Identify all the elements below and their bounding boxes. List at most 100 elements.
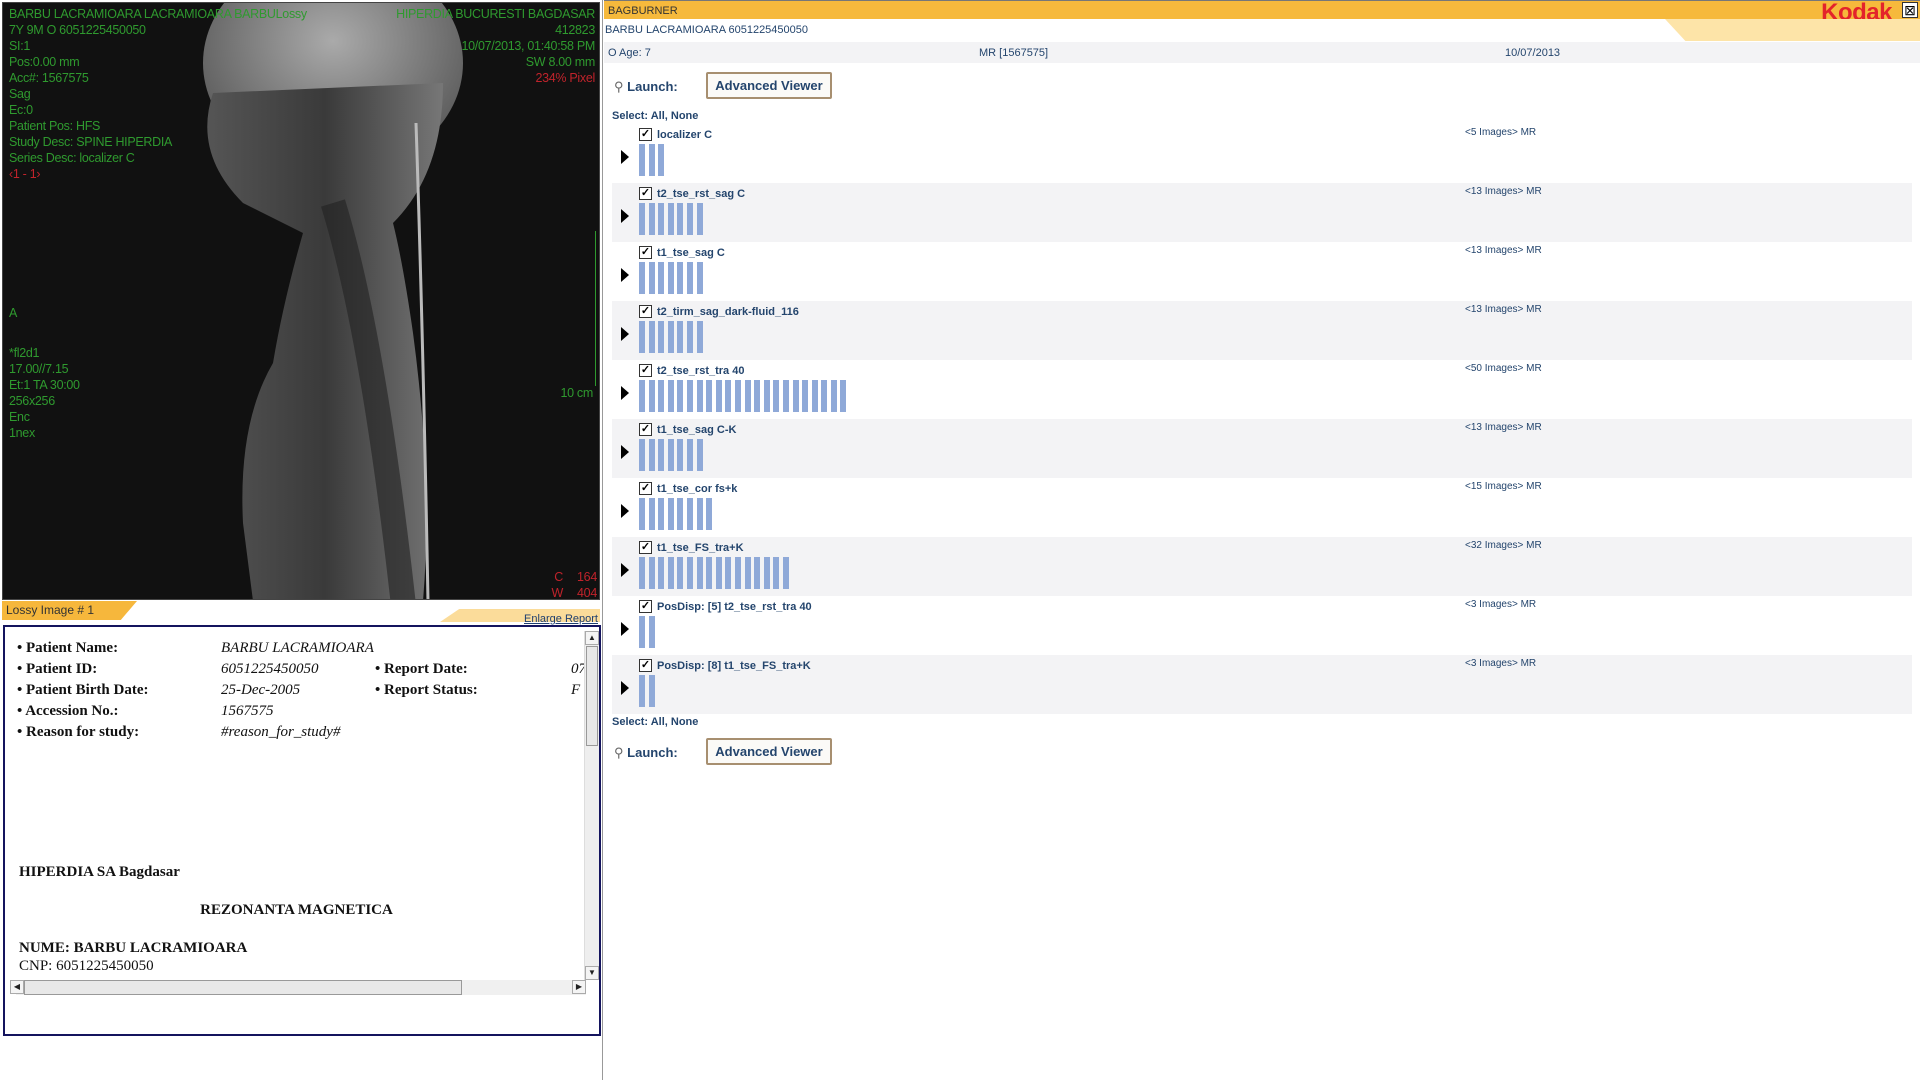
thumbnail-bar[interactable] — [639, 498, 645, 530]
thumbnail-bar[interactable] — [667, 262, 674, 294]
thumbnail-bar[interactable] — [658, 498, 665, 530]
thumbnail-bar[interactable] — [754, 557, 761, 589]
scroll-thumb[interactable] — [24, 980, 462, 995]
thumbnail-bar[interactable] — [782, 557, 789, 589]
thumbnail-bar[interactable] — [696, 557, 703, 589]
thumbnail-bar[interactable] — [696, 498, 703, 530]
thumbnail-bar[interactable] — [648, 675, 655, 707]
thumbnail-bar[interactable] — [667, 321, 674, 353]
thumbnail-bar[interactable] — [811, 380, 818, 412]
thumbnail-bar[interactable] — [639, 675, 645, 707]
series-thumbnails[interactable] — [639, 616, 658, 648]
thumbnail-bar[interactable] — [667, 203, 674, 235]
expand-arrow-icon[interactable] — [621, 563, 629, 577]
expand-arrow-icon[interactable] — [621, 150, 629, 164]
thumbnail-bar[interactable] — [677, 498, 684, 530]
series-name[interactable]: t2_tse_rst_sag C — [657, 188, 745, 200]
thumbnail-bar[interactable] — [639, 557, 645, 589]
thumbnail-bar[interactable] — [840, 380, 847, 412]
thumbnail-bar[interactable] — [677, 262, 684, 294]
thumbnail-bar[interactable] — [648, 439, 655, 471]
thumbnail-bar[interactable] — [648, 262, 655, 294]
scroll-left-button[interactable]: ◀ — [10, 980, 24, 994]
thumbnail-bar[interactable] — [706, 557, 713, 589]
thumbnail-bar[interactable] — [648, 144, 655, 176]
select-all-none[interactable]: Select: All, None — [612, 110, 698, 122]
thumbnail-bar[interactable] — [773, 380, 780, 412]
thumbnail-bar[interactable] — [686, 321, 693, 353]
thumbnail-bar[interactable] — [677, 439, 684, 471]
thumbnail-bar[interactable] — [773, 557, 780, 589]
expand-arrow-icon[interactable] — [621, 327, 629, 341]
thumbnail-bar[interactable] — [792, 380, 799, 412]
thumbnail-bar[interactable] — [763, 557, 770, 589]
thumbnail-bar[interactable] — [821, 380, 828, 412]
thumbnail-bar[interactable] — [667, 380, 674, 412]
thumbnail-bar[interactable] — [734, 380, 741, 412]
expand-arrow-icon[interactable] — [621, 504, 629, 518]
advanced-viewer-button-bottom[interactable]: Advanced Viewer — [706, 738, 832, 765]
thumbnail-bar[interactable] — [648, 557, 655, 589]
series-checkbox[interactable]: ✓ — [639, 482, 652, 495]
series-thumbnails[interactable] — [639, 321, 706, 353]
thumbnail-bar[interactable] — [658, 262, 665, 294]
thumbnail-bar[interactable] — [639, 321, 645, 353]
series-thumbnails[interactable] — [639, 262, 706, 294]
thumbnail-bar[interactable] — [648, 616, 655, 648]
image-navigation[interactable]: ‹1 - 1› — [9, 166, 307, 182]
thumbnail-bar[interactable] — [696, 262, 703, 294]
thumbnail-bar[interactable] — [648, 321, 655, 353]
series-name[interactable]: t1_tse_cor fs+k — [657, 483, 737, 495]
thumbnail-bar[interactable] — [686, 498, 693, 530]
series-thumbnails[interactable] — [639, 203, 706, 235]
enlarge-report-link[interactable]: Enlarge Report — [524, 613, 598, 625]
series-checkbox[interactable]: ✓ — [639, 423, 652, 436]
series-thumbnails[interactable] — [639, 557, 793, 589]
scroll-up-button[interactable]: ▲ — [585, 631, 599, 645]
thumbnail-bar[interactable] — [648, 203, 655, 235]
series-thumbnails[interactable] — [639, 144, 668, 176]
select-all-none-bottom[interactable]: Select: All, None — [612, 716, 698, 728]
series-name[interactable]: localizer C — [657, 129, 712, 141]
series-thumbnails[interactable] — [639, 675, 658, 707]
series-name[interactable]: PosDisp: [8] t1_tse_FS_tra+K — [657, 660, 811, 672]
thumbnail-bar[interactable] — [639, 203, 645, 235]
series-name[interactable]: t1_tse_FS_tra+K — [657, 542, 744, 554]
scroll-thumb[interactable] — [586, 646, 598, 746]
series-thumbnails[interactable] — [639, 498, 716, 530]
thumbnail-bar[interactable] — [648, 498, 655, 530]
vertical-scrollbar[interactable]: ▲ ▼ — [584, 631, 599, 980]
thumbnail-bar[interactable] — [686, 262, 693, 294]
thumbnail-bar[interactable] — [696, 380, 703, 412]
series-checkbox[interactable]: ✓ — [639, 246, 652, 259]
thumbnail-bar[interactable] — [639, 144, 645, 176]
thumbnail-bar[interactable] — [677, 557, 684, 589]
thumbnail-bar[interactable] — [706, 380, 713, 412]
expand-arrow-icon[interactable] — [621, 681, 629, 695]
series-checkbox[interactable]: ✓ — [639, 187, 652, 200]
thumbnail-bar[interactable] — [639, 262, 645, 294]
thumbnail-bar[interactable] — [715, 380, 722, 412]
thumbnail-bar[interactable] — [639, 439, 645, 471]
thumbnail-bar[interactable] — [667, 498, 674, 530]
series-thumbnails[interactable] — [639, 439, 706, 471]
thumbnail-bar[interactable] — [696, 203, 703, 235]
expand-arrow-icon[interactable] — [621, 386, 629, 400]
series-checkbox[interactable]: ✓ — [639, 305, 652, 318]
thumbnail-bar[interactable] — [715, 557, 722, 589]
series-name[interactable]: t2_tirm_sag_dark-fluid_116 — [657, 306, 799, 318]
series-checkbox[interactable]: ✓ — [639, 128, 652, 141]
thumbnail-bar[interactable] — [754, 380, 761, 412]
thumbnail-bar[interactable] — [744, 557, 751, 589]
thumbnail-bar[interactable] — [686, 439, 693, 471]
thumbnail-bar[interactable] — [763, 380, 770, 412]
thumbnail-bar[interactable] — [677, 321, 684, 353]
thumbnail-bar[interactable] — [744, 380, 751, 412]
series-name[interactable]: PosDisp: [5] t2_tse_rst_tra 40 — [657, 601, 812, 613]
thumbnail-bar[interactable] — [725, 557, 732, 589]
series-checkbox[interactable]: ✓ — [639, 364, 652, 377]
series-thumbnails[interactable] — [639, 380, 850, 412]
advanced-viewer-button[interactable]: Advanced Viewer — [706, 72, 832, 99]
thumbnail-bar[interactable] — [648, 380, 655, 412]
thumbnail-bar[interactable] — [658, 321, 665, 353]
